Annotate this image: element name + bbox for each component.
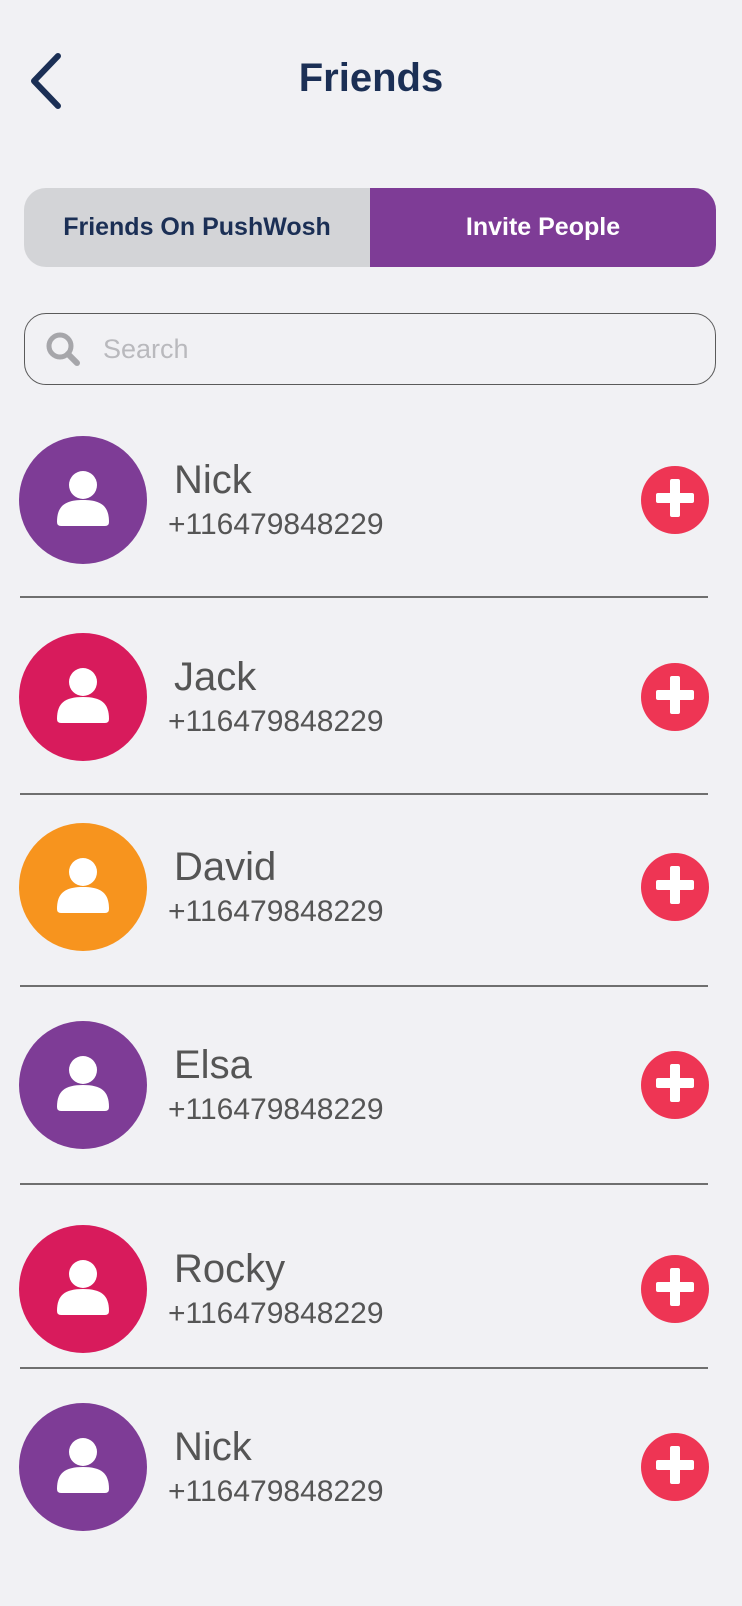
contact-row: David +116479848229 (0, 823, 742, 953)
divider (20, 793, 708, 795)
contact-row: Elsa +116479848229 (0, 1021, 742, 1151)
add-contact-button[interactable] (641, 1255, 709, 1323)
contact-name: Elsa (174, 1043, 252, 1087)
contact-name: Nick (174, 1425, 252, 1469)
user-icon (51, 466, 115, 535)
plus-icon (652, 1264, 698, 1315)
add-contact-button[interactable] (641, 466, 709, 534)
contact-name: Rocky (174, 1247, 286, 1291)
divider (20, 1183, 708, 1185)
avatar (19, 1021, 147, 1149)
divider (20, 1367, 708, 1369)
contact-row: Jack +116479848229 (0, 633, 742, 763)
contact-phone: +116479848229 (168, 1297, 384, 1330)
plus-icon (652, 1442, 698, 1493)
search-bar (24, 313, 716, 385)
contact-name: Nick (174, 458, 252, 502)
contact-row: Nick +116479848229 (0, 436, 742, 566)
contact-phone: +116479848229 (168, 508, 384, 541)
avatar (19, 633, 147, 761)
search-icon (46, 332, 80, 366)
plus-icon (652, 475, 698, 526)
contact-row: Nick +116479848229 (0, 1403, 742, 1533)
user-icon (51, 1255, 115, 1324)
contact-phone: +116479848229 (168, 705, 384, 738)
user-icon (51, 1051, 115, 1120)
divider (20, 596, 708, 598)
contact-phone: +116479848229 (168, 895, 384, 928)
avatar (19, 1403, 147, 1531)
plus-icon (652, 672, 698, 723)
add-contact-button[interactable] (641, 1051, 709, 1119)
tab-switcher: Friends On PushWosh Invite People (24, 188, 716, 267)
add-contact-button[interactable] (641, 1433, 709, 1501)
contact-name: David (174, 845, 277, 889)
add-contact-button[interactable] (641, 853, 709, 921)
user-icon (51, 663, 115, 732)
search-input[interactable] (101, 332, 665, 366)
tab-invite-people[interactable]: Invite People (370, 188, 716, 267)
divider (20, 985, 708, 987)
header: Friends (0, 0, 742, 170)
plus-icon (652, 862, 698, 913)
contact-name: Jack (174, 655, 257, 699)
user-icon (51, 1433, 115, 1502)
user-icon (51, 853, 115, 922)
avatar (19, 436, 147, 564)
page-title: Friends (298, 56, 444, 100)
tab-friends-on-pushwosh[interactable]: Friends On PushWosh (24, 188, 370, 267)
avatar (19, 823, 147, 951)
contact-phone: +116479848229 (168, 1093, 384, 1126)
plus-icon (652, 1060, 698, 1111)
avatar (19, 1225, 147, 1353)
contact-row: Rocky +116479848229 (0, 1225, 742, 1355)
contact-phone: +116479848229 (168, 1475, 384, 1508)
add-contact-button[interactable] (641, 663, 709, 731)
